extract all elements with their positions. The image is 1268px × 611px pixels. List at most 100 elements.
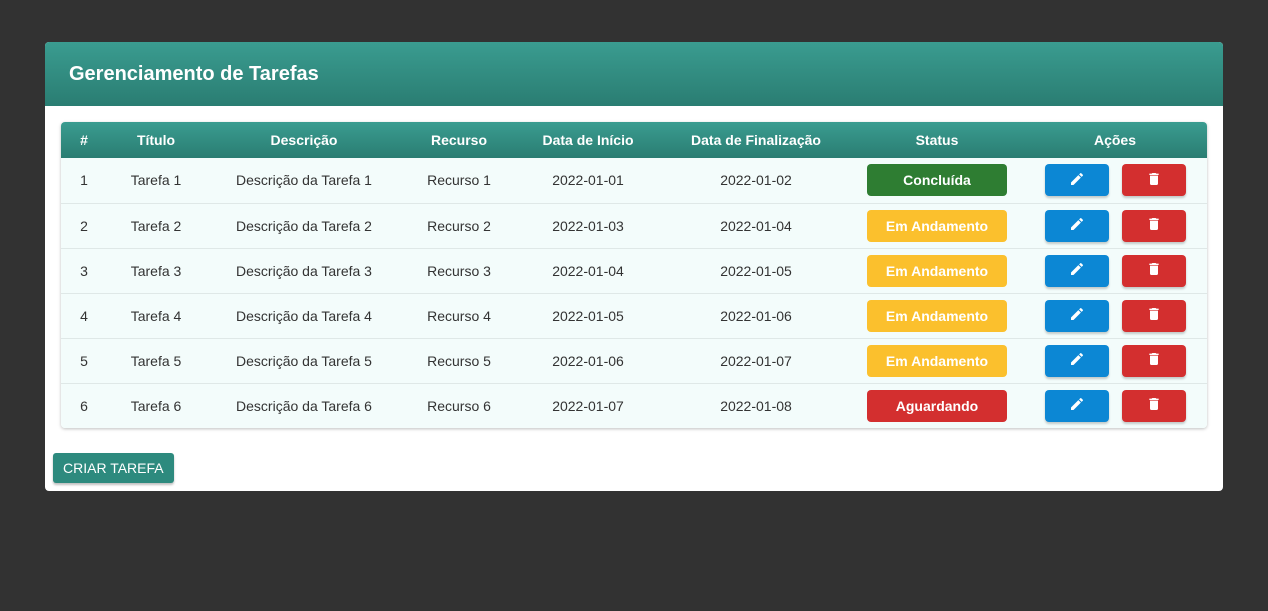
column-header-titulo: Título <box>136 132 176 148</box>
pencil-icon <box>1069 306 1085 325</box>
cell-id: 3 <box>80 262 88 279</box>
cell-data-inicio: 2022-01-03 <box>552 217 624 234</box>
row-actions <box>1023 164 1207 197</box>
table-row: 4 Tarefa 4 Descrição da Tarefa 4 Recurso… <box>61 293 1207 338</box>
cell-recurso: Recurso 6 <box>427 397 491 414</box>
status-badge: Em Andamento <box>867 299 1007 332</box>
status-badge: Em Andamento <box>867 209 1007 242</box>
cell-recurso: Recurso 4 <box>427 307 491 324</box>
cell-data-inicio: 2022-01-07 <box>552 397 624 414</box>
cell-status: Concluída <box>851 158 1023 203</box>
cell-id: 6 <box>80 397 88 414</box>
status-badge: Aguardando <box>867 389 1007 422</box>
row-actions <box>1023 299 1207 332</box>
table-body: 1 Tarefa 1 Descrição da Tarefa 1 Recurso… <box>61 158 1207 428</box>
cell-data-inicio: 2022-01-06 <box>552 352 624 369</box>
tasks-table: # Título Descrição Recurso Data de Iníci… <box>61 122 1207 428</box>
edit-button[interactable] <box>1044 254 1109 287</box>
trash-icon <box>1146 261 1162 280</box>
cell-titulo: Tarefa 1 <box>130 172 182 189</box>
pencil-icon <box>1069 171 1085 190</box>
row-actions <box>1023 209 1207 242</box>
table-row: 6 Tarefa 6 Descrição da Tarefa 6 Recurso… <box>61 383 1207 428</box>
cell-id: 1 <box>80 172 88 189</box>
trash-icon <box>1146 306 1162 325</box>
delete-button[interactable] <box>1121 209 1186 242</box>
cell-data-inicio: 2022-01-05 <box>552 307 624 324</box>
cell-descricao: Descrição da Tarefa 3 <box>236 262 372 279</box>
status-badge: Concluída <box>867 164 1007 197</box>
cell-data-fim: 2022-01-08 <box>720 397 792 414</box>
edit-button[interactable] <box>1044 299 1109 332</box>
cell-titulo: Tarefa 4 <box>130 307 182 324</box>
pencil-icon <box>1069 261 1085 280</box>
row-actions <box>1023 254 1207 287</box>
column-header-data-finalizacao: Data de Finalização <box>691 132 821 148</box>
cell-actions <box>1023 203 1207 248</box>
cell-recurso: Recurso 5 <box>427 352 491 369</box>
column-header-data-inicio: Data de Início <box>542 132 634 148</box>
table-row: 3 Tarefa 3 Descrição da Tarefa 3 Recurso… <box>61 248 1207 293</box>
table-header-row: # Título Descrição Recurso Data de Iníci… <box>61 122 1207 158</box>
cell-data-inicio: 2022-01-04 <box>552 262 624 279</box>
page-title: Gerenciamento de Tarefas <box>69 62 319 85</box>
delete-button[interactable] <box>1121 254 1186 287</box>
cell-actions <box>1023 248 1207 293</box>
edit-button[interactable] <box>1044 344 1109 377</box>
column-header-status: Status <box>915 132 959 148</box>
trash-icon <box>1146 396 1162 415</box>
cell-descricao: Descrição da Tarefa 5 <box>236 352 372 369</box>
cell-status: Em Andamento <box>851 248 1023 293</box>
column-header-recurso: Recurso <box>430 132 488 148</box>
trash-icon <box>1146 351 1162 370</box>
cell-recurso: Recurso 1 <box>427 172 491 189</box>
delete-button[interactable] <box>1121 299 1186 332</box>
cell-status: Em Andamento <box>851 293 1023 338</box>
cell-data-fim: 2022-01-04 <box>720 217 792 234</box>
cell-actions <box>1023 383 1207 428</box>
cell-actions <box>1023 338 1207 383</box>
cell-descricao: Descrição da Tarefa 4 <box>236 307 372 324</box>
delete-button[interactable] <box>1121 389 1186 422</box>
trash-icon <box>1146 171 1162 190</box>
cell-id: 4 <box>80 307 88 324</box>
column-header-id: # <box>80 132 88 148</box>
tasks-table-container: # Título Descrição Recurso Data de Iníci… <box>61 122 1207 428</box>
edit-button[interactable] <box>1044 209 1109 242</box>
edit-button[interactable] <box>1044 164 1109 197</box>
card-header: Gerenciamento de Tarefas <box>45 42 1223 106</box>
pencil-icon <box>1069 396 1085 415</box>
table-row: 5 Tarefa 5 Descrição da Tarefa 5 Recurso… <box>61 338 1207 383</box>
cell-descricao: Descrição da Tarefa 1 <box>236 172 372 189</box>
cell-data-fim: 2022-01-05 <box>720 262 792 279</box>
delete-button[interactable] <box>1121 344 1186 377</box>
cell-titulo: Tarefa 6 <box>130 397 182 414</box>
pencil-icon <box>1069 216 1085 235</box>
edit-button[interactable] <box>1044 389 1109 422</box>
cell-actions <box>1023 158 1207 203</box>
column-header-acoes: Ações <box>1093 132 1137 148</box>
table-row: 2 Tarefa 2 Descrição da Tarefa 2 Recurso… <box>61 203 1207 248</box>
cell-descricao: Descrição da Tarefa 2 <box>236 217 372 234</box>
table-row: 1 Tarefa 1 Descrição da Tarefa 1 Recurso… <box>61 158 1207 203</box>
status-badge: Em Andamento <box>867 254 1007 287</box>
trash-icon <box>1146 216 1162 235</box>
cell-id: 2 <box>80 217 88 234</box>
row-actions <box>1023 389 1207 422</box>
cell-id: 5 <box>80 352 88 369</box>
column-header-descricao: Descrição <box>270 132 338 148</box>
cell-status: Aguardando <box>851 383 1023 428</box>
cell-actions <box>1023 293 1207 338</box>
cell-descricao: Descrição da Tarefa 6 <box>236 397 372 414</box>
cell-data-fim: 2022-01-06 <box>720 307 792 324</box>
pencil-icon <box>1069 351 1085 370</box>
cell-status: Em Andamento <box>851 203 1023 248</box>
create-task-button[interactable]: CRIAR TAREFA <box>53 453 174 483</box>
cell-titulo: Tarefa 5 <box>130 352 182 369</box>
delete-button[interactable] <box>1121 164 1186 197</box>
cell-titulo: Tarefa 3 <box>130 262 182 279</box>
tasks-card: Gerenciamento de Tarefas # Título Descri… <box>45 42 1223 491</box>
cell-data-fim: 2022-01-02 <box>720 172 792 189</box>
cell-recurso: Recurso 3 <box>427 262 491 279</box>
cell-recurso: Recurso 2 <box>427 217 491 234</box>
